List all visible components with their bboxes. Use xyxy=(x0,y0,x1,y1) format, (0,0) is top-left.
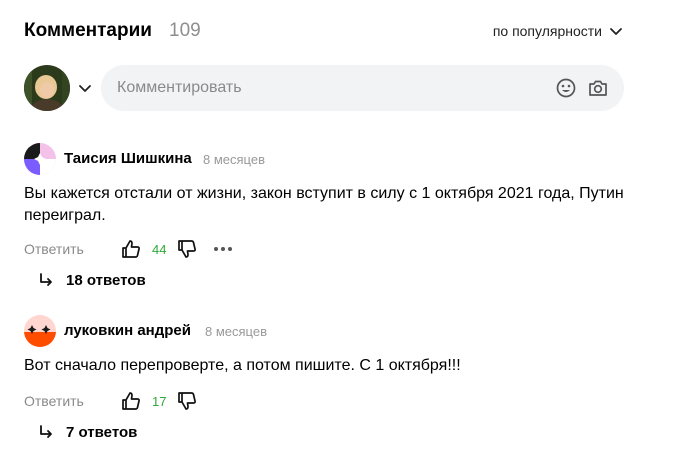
thumbs-down-icon[interactable] xyxy=(176,238,198,260)
replies-count: 7 ответов xyxy=(66,423,138,441)
author-avatar[interactable] xyxy=(24,315,56,347)
sort-label: по популярности xyxy=(492,23,602,39)
show-replies-link[interactable]: 18 ответов xyxy=(38,269,146,291)
camera-icon[interactable] xyxy=(587,77,609,99)
author-avatar[interactable] xyxy=(24,143,56,175)
comment-composer xyxy=(24,65,624,111)
user-avatar[interactable] xyxy=(24,65,70,111)
comment-author[interactable]: Таисия Шишкина xyxy=(64,150,192,167)
chevron-down-icon xyxy=(610,28,622,35)
comments-title: Комментарии xyxy=(24,20,152,41)
like-count: 44 xyxy=(152,241,167,257)
replies-count: 18 ответов xyxy=(66,271,146,289)
comment-text: Вы кажется отстали от жизни, закон вступ… xyxy=(24,185,624,224)
reply-arrow-icon xyxy=(40,425,52,438)
sort-dropdown[interactable]: по популярности xyxy=(493,20,624,42)
emoji-icon[interactable] xyxy=(555,77,577,99)
reply-arrow-icon xyxy=(40,273,52,286)
comment-time: 8 месяцев xyxy=(203,152,265,167)
comment-text: Вот сначало перепроверте, а потом пишите… xyxy=(24,357,461,374)
comment-actions: Ответить 44 xyxy=(24,237,234,261)
comment-author[interactable]: луковкин андрей xyxy=(64,322,191,339)
comment-actions: Ответить 17 xyxy=(24,389,198,413)
thumbs-up-icon[interactable] xyxy=(120,238,142,260)
comments-count: 109 xyxy=(169,20,201,41)
comment-input-box xyxy=(101,65,624,111)
show-replies-link[interactable]: 7 ответов xyxy=(38,421,137,443)
thumbs-down-icon[interactable] xyxy=(176,390,198,412)
more-options-icon[interactable] xyxy=(212,238,234,260)
comment-input[interactable] xyxy=(117,65,537,111)
like-count: 17 xyxy=(152,393,167,409)
reply-button[interactable]: Ответить xyxy=(24,393,120,409)
reply-button[interactable]: Ответить xyxy=(24,241,120,257)
chevron-down-icon[interactable] xyxy=(77,80,93,96)
comments-header: Комментарии 109 по популярности xyxy=(24,18,624,44)
thumbs-up-icon[interactable] xyxy=(120,390,142,412)
comment-time: 8 месяцев xyxy=(205,324,267,339)
